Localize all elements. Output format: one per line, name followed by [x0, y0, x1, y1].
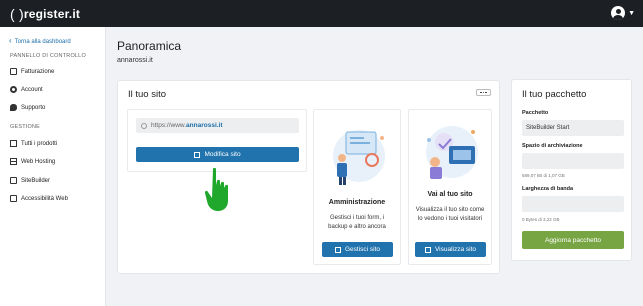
manage-site-button[interactable]: Gestisci sito	[322, 242, 393, 257]
upgrade-package-button[interactable]: Aggiorna pacchetto	[522, 231, 624, 249]
server-icon	[10, 158, 17, 165]
sidebar-item-web-accessibility[interactable]: Accessibilità Web	[10, 195, 68, 202]
chevron-down-icon: ▼	[628, 9, 635, 17]
more-dot	[480, 91, 482, 94]
view-site-button[interactable]: Visualizza sito	[415, 242, 486, 257]
visit-panel: Vai al tuo sito Visualizza il tuo sito c…	[408, 109, 492, 265]
avatar-icon	[611, 6, 626, 20]
bandwidth-label: Larghezza di banda	[522, 186, 574, 192]
manage-site-label: Gestisci sito	[344, 246, 381, 253]
globe-icon	[141, 122, 147, 129]
chevron-left-icon: ‹	[9, 36, 12, 45]
external-link-icon	[194, 151, 201, 158]
pointing-hand-icon	[204, 167, 228, 211]
visit-illustration	[426, 126, 478, 179]
more-dot	[485, 91, 487, 94]
sidebar-item-support[interactable]: Supporto	[10, 104, 45, 111]
package-value-field: SiteBuilder Start	[522, 120, 624, 136]
external-link-icon	[424, 246, 431, 253]
back-to-dashboard-link[interactable]: ‹ Torna alla dashboard	[9, 36, 71, 45]
chat-icon	[10, 104, 17, 111]
site-card-title: Il tuo sito	[128, 89, 167, 100]
page-domain: annarossi.it	[117, 57, 153, 64]
url-domain: annarossi.it	[186, 122, 223, 129]
storage-label: Spazio di archiviazione	[522, 143, 583, 149]
storage-bar	[522, 153, 624, 169]
bandwidth-usage: 0 Bytes di 3,22 GB	[522, 217, 560, 222]
brand-logo[interactable]: ( )register.it	[10, 5, 81, 22]
more-options-button[interactable]	[476, 89, 491, 96]
logo-text: register.it	[23, 7, 81, 21]
boxes-icon	[10, 140, 17, 147]
edit-site-label: Modifica sito	[204, 151, 241, 158]
sidebar-item-all-products[interactable]: Tutti i prodotti	[10, 140, 57, 147]
section-title-management: GESTIONE	[10, 124, 41, 130]
sidebar-item-label: Accessibilità Web	[21, 195, 68, 202]
sidebar-item-billing[interactable]: Fatturazione	[10, 68, 54, 75]
view-site-label: Visualizza sito	[434, 246, 477, 253]
more-dot	[482, 91, 485, 94]
section-title-control-panel: PANNELLO DI CONTROLLO	[10, 53, 86, 59]
url-prefix: https://www.	[151, 122, 187, 129]
package-label: Pacchetto	[522, 110, 549, 116]
page-title: Panoramica	[117, 39, 182, 53]
sidebar-item-label: Account	[21, 86, 43, 93]
admin-title: Amministrazione	[328, 199, 386, 206]
user-menu-button[interactable]: ▼	[611, 6, 635, 20]
logo-paren: ( )	[10, 6, 24, 22]
site-card: Il tuo sito https://www.annarossi.it Mod…	[117, 80, 500, 274]
storage-usage: 589,07 kB di 1,07 GB	[522, 173, 565, 178]
external-link-icon	[334, 246, 341, 253]
sidebar-item-web-hosting[interactable]: Web Hosting	[10, 158, 55, 165]
sidebar-item-label: SiteBuilder	[21, 177, 51, 184]
sidebar-item-sitebuilder[interactable]: SiteBuilder	[10, 177, 50, 184]
invoice-icon	[10, 68, 17, 75]
bandwidth-bar	[522, 196, 624, 212]
admin-panel: Amministrazione Gestisci i tuoi form, i …	[313, 109, 401, 265]
gear-icon	[10, 86, 17, 93]
accessibility-icon	[10, 195, 17, 202]
package-value: SiteBuilder Start	[526, 125, 570, 131]
visit-description: Visualizza il tuo sito come lo vedono i …	[415, 207, 485, 222]
admin-description: Gestisci i tuoi form, i backup e altro a…	[328, 215, 386, 230]
edit-site-button[interactable]: Modifica sito	[136, 147, 299, 162]
site-url-field[interactable]: https://www.annarossi.it	[136, 118, 299, 133]
site-url-panel: https://www.annarossi.it Modifica sito	[127, 109, 307, 172]
visit-title: Vai al tuo sito	[427, 191, 473, 198]
sidebar-item-label: Tutti i prodotti	[21, 140, 58, 147]
sidebar: ‹ Torna alla dashboard PANNELLO DI CONTRO…	[0, 27, 106, 306]
sidebar-item-label: Supporto	[21, 104, 46, 111]
top-bar: ( )register.it ▼	[0, 0, 643, 27]
package-card: Il tuo pacchetto Pacchetto SiteBuilder S…	[511, 79, 632, 261]
sidebar-item-label: Web Hosting	[21, 158, 56, 165]
sidebar-item-account[interactable]: Account	[10, 86, 43, 93]
sidebar-item-label: Fatturazione	[21, 68, 55, 75]
back-link-label: Torna alla dashboard	[14, 39, 71, 45]
sitebuilder-icon	[10, 177, 17, 184]
package-card-title: Il tuo pacchetto	[522, 89, 587, 100]
admin-illustration	[333, 130, 385, 185]
